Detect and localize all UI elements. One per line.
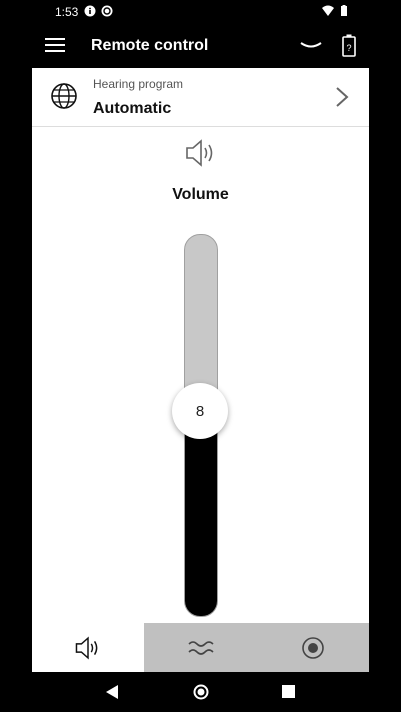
volume-slider-fill [185, 433, 217, 616]
speaker-icon [75, 635, 98, 660]
volume-slider-thumb[interactable]: 8 [172, 383, 228, 439]
globe-icon [51, 83, 77, 109]
volume-title: Volume [172, 186, 229, 203]
speaker-icon [186, 139, 213, 167]
tab-sound-wave[interactable] [145, 623, 257, 672]
tab-target[interactable] [257, 623, 369, 672]
sync-status-icon [101, 5, 113, 17]
tab-volume[interactable] [32, 623, 144, 672]
program-value: Automatic [93, 100, 172, 117]
target-icon [301, 636, 324, 659]
program-label: Hearing program [93, 77, 184, 91]
chevron-right-icon [336, 87, 349, 107]
page-title: Remote control [91, 37, 209, 54]
wifi-icon [322, 5, 334, 16]
svg-text:?: ? [346, 43, 351, 53]
device-battery-icon[interactable]: ? [341, 34, 357, 58]
chevron-down-icon[interactable] [299, 36, 323, 56]
system-nav-bar [0, 672, 401, 712]
info-icon [84, 5, 96, 17]
status-time: 1:53 [55, 5, 79, 19]
sound-wave-icon [187, 640, 214, 655]
recent-apps-icon[interactable] [282, 685, 295, 698]
menu-icon[interactable] [45, 38, 65, 54]
status-bar: 1:53 [0, 0, 401, 26]
back-icon[interactable] [105, 685, 119, 699]
remote-control-panel: Hearing program Automatic Volume 8 [32, 68, 369, 672]
app-bar: Remote control ? [0, 26, 401, 68]
hearing-program-selector[interactable]: Hearing program Automatic [32, 68, 369, 127]
home-icon[interactable] [193, 684, 209, 700]
tab-group-inactive [144, 623, 369, 672]
bottom-tab-bar [32, 623, 369, 672]
battery-status-icon [341, 5, 347, 16]
